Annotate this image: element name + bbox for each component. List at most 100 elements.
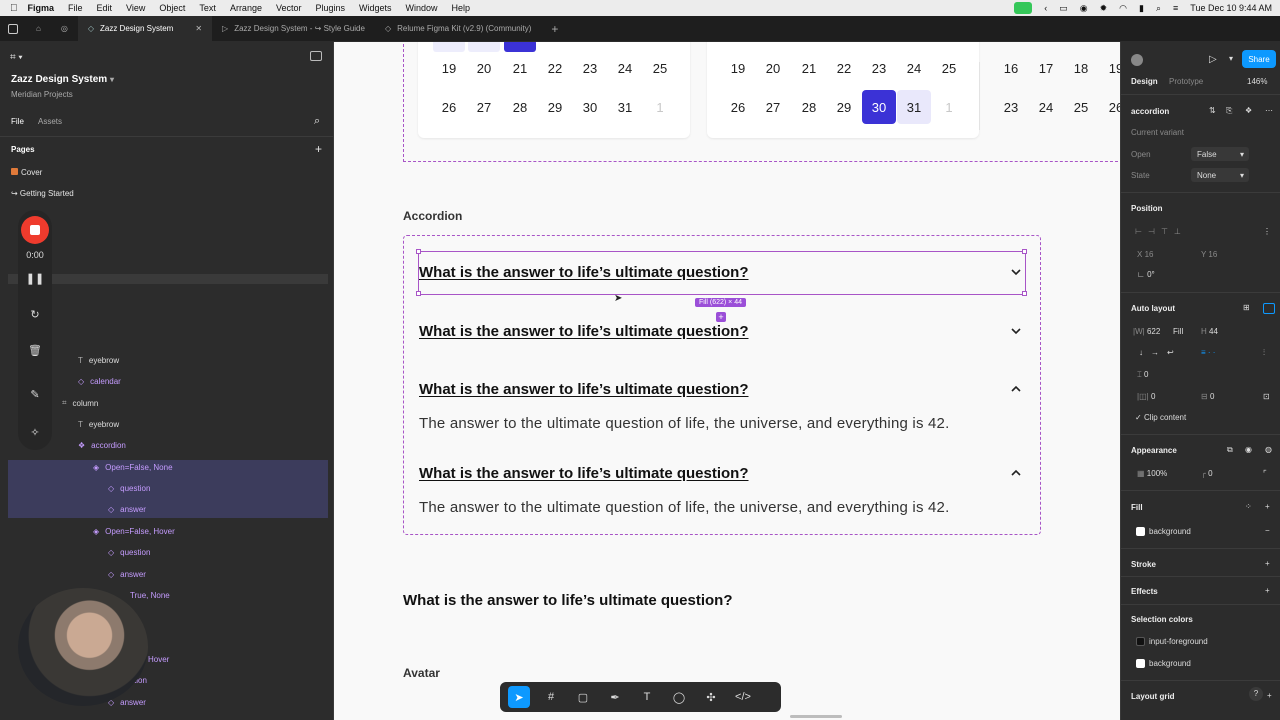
tab-assets[interactable]: Assets <box>38 117 62 126</box>
wifi-icon[interactable]: ◠ <box>1119 3 1127 14</box>
calendar-day[interactable]: 20 <box>757 55 789 81</box>
auto-layout-toggle-icon[interactable] <box>1263 303 1275 314</box>
blend-icon[interactable]: ◍ <box>1265 445 1272 454</box>
layer-eyebrow[interactable]: Teyebrow <box>78 420 119 429</box>
display-icon[interactable]: ▭ <box>1059 3 1068 14</box>
rectangle-tool-icon[interactable]: ▢ <box>572 686 594 708</box>
standalone-question[interactable]: What is the answer to life’s ultimate qu… <box>403 592 733 609</box>
auto-layout-settings-icon[interactable]: ⊞ <box>1243 303 1250 312</box>
frame-tool-icon[interactable]: # <box>540 686 562 708</box>
calendar-day[interactable]: 26 <box>1100 94 1120 120</box>
more-icon[interactable]: ⋯ <box>1265 106 1273 115</box>
calendar-day-in-range[interactable]: 31 <box>897 90 931 124</box>
trash-icon[interactable]: 🗑 <box>18 344 52 357</box>
dev-mode-icon[interactable]: </> <box>732 686 754 708</box>
tab-prototype[interactable]: Prototype <box>1169 77 1203 86</box>
restart-icon[interactable]: ↻ <box>18 308 52 321</box>
remove-fill-icon[interactable]: − <box>1265 526 1270 535</box>
menu-vector[interactable]: Vector <box>276 3 302 13</box>
calendar-day[interactable]: 26 <box>433 94 465 120</box>
tab-style-guide[interactable]: ▷ Zazz Design System - ↪ Style Guide <box>212 16 375 42</box>
component-props-icon[interactable]: ⇅ <box>1209 106 1216 115</box>
layout-settings-icon[interactable]: ⫶ <box>1263 348 1265 358</box>
effects-icon[interactable]: ✧ <box>18 426 52 439</box>
selection-color-name[interactable]: input-foreground <box>1149 637 1208 646</box>
tab-file[interactable]: File <box>11 117 24 126</box>
calendar-day[interactable]: 19 <box>433 55 465 81</box>
share-button[interactable]: Share <box>1242 50 1276 68</box>
main-menu-icon[interactable]: ⌗ ▾ <box>10 52 23 63</box>
fill-style-name[interactable]: background <box>1149 527 1191 536</box>
pause-icon[interactable]: ❚❚ <box>18 272 52 285</box>
color-swatch[interactable] <box>1136 659 1145 668</box>
pen-icon[interactable]: ✎ <box>18 388 52 401</box>
move-tool-icon[interactable]: ➤ <box>508 686 530 708</box>
menu-object[interactable]: Object <box>159 3 185 13</box>
prop-state-select[interactable]: None ▾ <box>1191 168 1249 182</box>
calendar-day[interactable]: 20 <box>468 55 500 81</box>
tab-relume-kit[interactable]: ◇ Relume Figma Kit (v2.9) (Community) <box>375 16 541 42</box>
calendar-day[interactable]: 27 <box>468 94 500 120</box>
search-icon[interactable]: ⌕ <box>314 115 320 128</box>
zoom-level[interactable]: 146% <box>1247 77 1267 86</box>
record-icon[interactable]: ◉ <box>1080 3 1088 14</box>
tab-design[interactable]: Design <box>1131 77 1158 86</box>
width-mode[interactable]: Fill <box>1173 327 1183 336</box>
page-cover[interactable]: Cover <box>11 168 42 177</box>
link-icon[interactable]: ⎘ <box>1226 106 1232 116</box>
height-field[interactable]: H 44 <box>1201 327 1218 336</box>
component-icon[interactable]: ❖ <box>1245 106 1252 115</box>
padding-icon[interactable]: ⊡ <box>1263 392 1270 401</box>
menu-window[interactable]: Window <box>406 3 438 13</box>
calendar-day[interactable]: 19 <box>722 55 754 81</box>
corner-icon[interactable]: ⌜ <box>1263 469 1267 478</box>
layer-answer[interactable]: ◇ answer <box>108 698 146 707</box>
add-grid-icon[interactable]: + <box>1267 691 1272 700</box>
avatar[interactable] <box>1131 54 1143 66</box>
calendar-day[interactable]: 19 <box>1100 55 1120 81</box>
chevron-down-icon[interactable] <box>1010 325 1022 337</box>
layer-question[interactable]: ◇ question <box>108 548 150 557</box>
fill-swatch[interactable] <box>1136 527 1145 536</box>
menu-app-name[interactable]: Figma <box>28 3 55 13</box>
help-icon[interactable]: ? <box>1249 687 1263 701</box>
file-name[interactable]: Zazz Design System ▾ <box>11 74 114 85</box>
calendar-day-outside[interactable]: 1 <box>933 94 965 120</box>
calendar-day[interactable]: 26 <box>722 94 754 120</box>
calendar-day[interactable]: 24 <box>1030 94 1062 120</box>
home-icon[interactable]: ⌂ <box>26 16 51 42</box>
calendar-day[interactable]: 23 <box>863 55 895 81</box>
corner-radius-field[interactable]: ╭ 0 <box>1201 469 1213 478</box>
calendar-day[interactable]: 25 <box>933 55 965 81</box>
calendar-day[interactable]: 21 <box>504 55 536 81</box>
more-icon[interactable]: ⋮ <box>1263 227 1271 236</box>
chevron-up-icon[interactable] <box>1010 467 1022 479</box>
add-fill-icon[interactable]: + <box>1265 502 1270 511</box>
layer-question[interactable]: ◇ question <box>108 484 150 493</box>
menu-edit[interactable]: Edit <box>97 3 113 13</box>
apple-icon[interactable]:  <box>10 3 18 14</box>
sidebar-toggle-icon[interactable] <box>310 51 322 61</box>
calendar-day[interactable]: 21 <box>793 55 825 81</box>
color-swatch[interactable] <box>1136 637 1145 646</box>
layer-calendar[interactable]: ◇ calendar <box>78 377 121 386</box>
menu-file[interactable]: File <box>68 3 83 13</box>
style-icon[interactable]: ⧉ <box>1227 445 1233 455</box>
calendar-day[interactable]: 30 <box>574 94 606 120</box>
resize-handle[interactable] <box>416 249 421 254</box>
padding-horizontal-field[interactable]: |◫| 0 <box>1137 392 1155 401</box>
menubar-datetime[interactable]: Tue Dec 10 9:44 AM <box>1190 3 1272 13</box>
search-icon[interactable]: ⌕ <box>1156 3 1161 14</box>
horizontal-scrollbar[interactable] <box>790 715 842 718</box>
eye-icon[interactable]: ◉ <box>1245 445 1252 454</box>
chevron-down-icon[interactable] <box>1010 266 1022 278</box>
tab-zazz-design-system[interactable]: ◇ Zazz Design System ✕ <box>77 15 213 42</box>
layer-answer[interactable]: ◇ answer <box>108 505 146 514</box>
prop-open-select[interactable]: False ▾ <box>1191 147 1249 161</box>
accordion-question[interactable]: What is the answer to life’s ultimate qu… <box>419 264 749 281</box>
comment-tool-icon[interactable]: ◯ <box>668 686 690 708</box>
text-tool-icon[interactable]: T <box>636 686 658 708</box>
menu-text[interactable]: Text <box>199 3 216 13</box>
actions-icon[interactable]: ✣ <box>700 686 722 708</box>
layer-column[interactable]: ⌗ column <box>62 398 98 408</box>
